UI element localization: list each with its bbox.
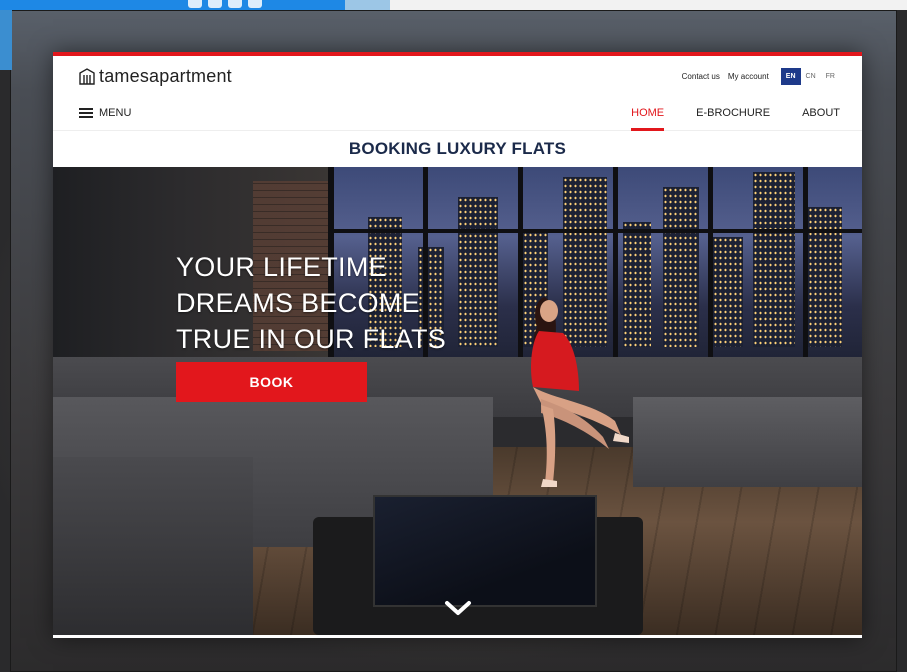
logo-text: tamesapartment <box>99 65 232 86</box>
top-strip-white <box>390 0 907 10</box>
social-icon[interactable] <box>228 0 242 8</box>
language-switcher: EN CN FR <box>780 67 840 85</box>
account-link[interactable]: My account <box>728 72 769 81</box>
logo[interactable]: tamesapartment <box>79 66 232 87</box>
menu-button[interactable]: MENU <box>79 107 131 119</box>
website-mockup: tamesapartment Contact us My account EN … <box>53 52 862 638</box>
sofa-arm <box>53 457 253 635</box>
main-nav: MENU HOME E-BROCHURE ABOUT <box>53 96 862 131</box>
nav-link-home[interactable]: HOME <box>631 103 665 131</box>
nav-link-ebrochure[interactable]: E-BROCHURE <box>696 103 770 123</box>
building-logo-icon <box>79 67 95 85</box>
hero-line: YOUR LIFETIME <box>176 252 387 282</box>
model-figure <box>483 287 643 487</box>
nav-link-about[interactable]: ABOUT <box>802 103 840 123</box>
lang-cn[interactable]: CN <box>801 68 821 85</box>
social-icons <box>188 0 262 8</box>
social-icon[interactable] <box>208 0 222 8</box>
lang-fr[interactable]: FR <box>821 68 840 85</box>
hero-section: YOUR LIFETIME DREAMS BECOME TRUE IN OUR … <box>53 167 862 635</box>
nav-links: HOME E-BROCHURE ABOUT <box>631 103 840 131</box>
lang-en[interactable]: EN <box>780 67 801 85</box>
hero-line: TRUE IN OUR FLATS <box>176 324 447 354</box>
sofa-right <box>633 397 862 487</box>
site-header: tamesapartment Contact us My account EN … <box>53 56 862 96</box>
social-icon[interactable] <box>248 0 262 8</box>
left-edge-panel <box>0 10 12 70</box>
hamburger-icon <box>79 108 93 118</box>
page-title: BOOKING LUXURY FLATS <box>53 130 862 167</box>
menu-label: MENU <box>99 107 132 119</box>
social-icon[interactable] <box>188 0 202 8</box>
hero-line: DREAMS BECOME <box>176 288 420 318</box>
utility-links: Contact us My account EN CN FR <box>682 67 840 85</box>
coffee-table <box>373 495 597 607</box>
top-left-strip <box>0 0 345 10</box>
top-strip-light <box>345 0 390 10</box>
chevron-down-icon[interactable] <box>443 599 473 619</box>
book-button[interactable]: BOOK <box>176 362 367 402</box>
contact-link[interactable]: Contact us <box>682 72 720 81</box>
hero-headline: YOUR LIFETIME DREAMS BECOME TRUE IN OUR … <box>176 249 446 357</box>
